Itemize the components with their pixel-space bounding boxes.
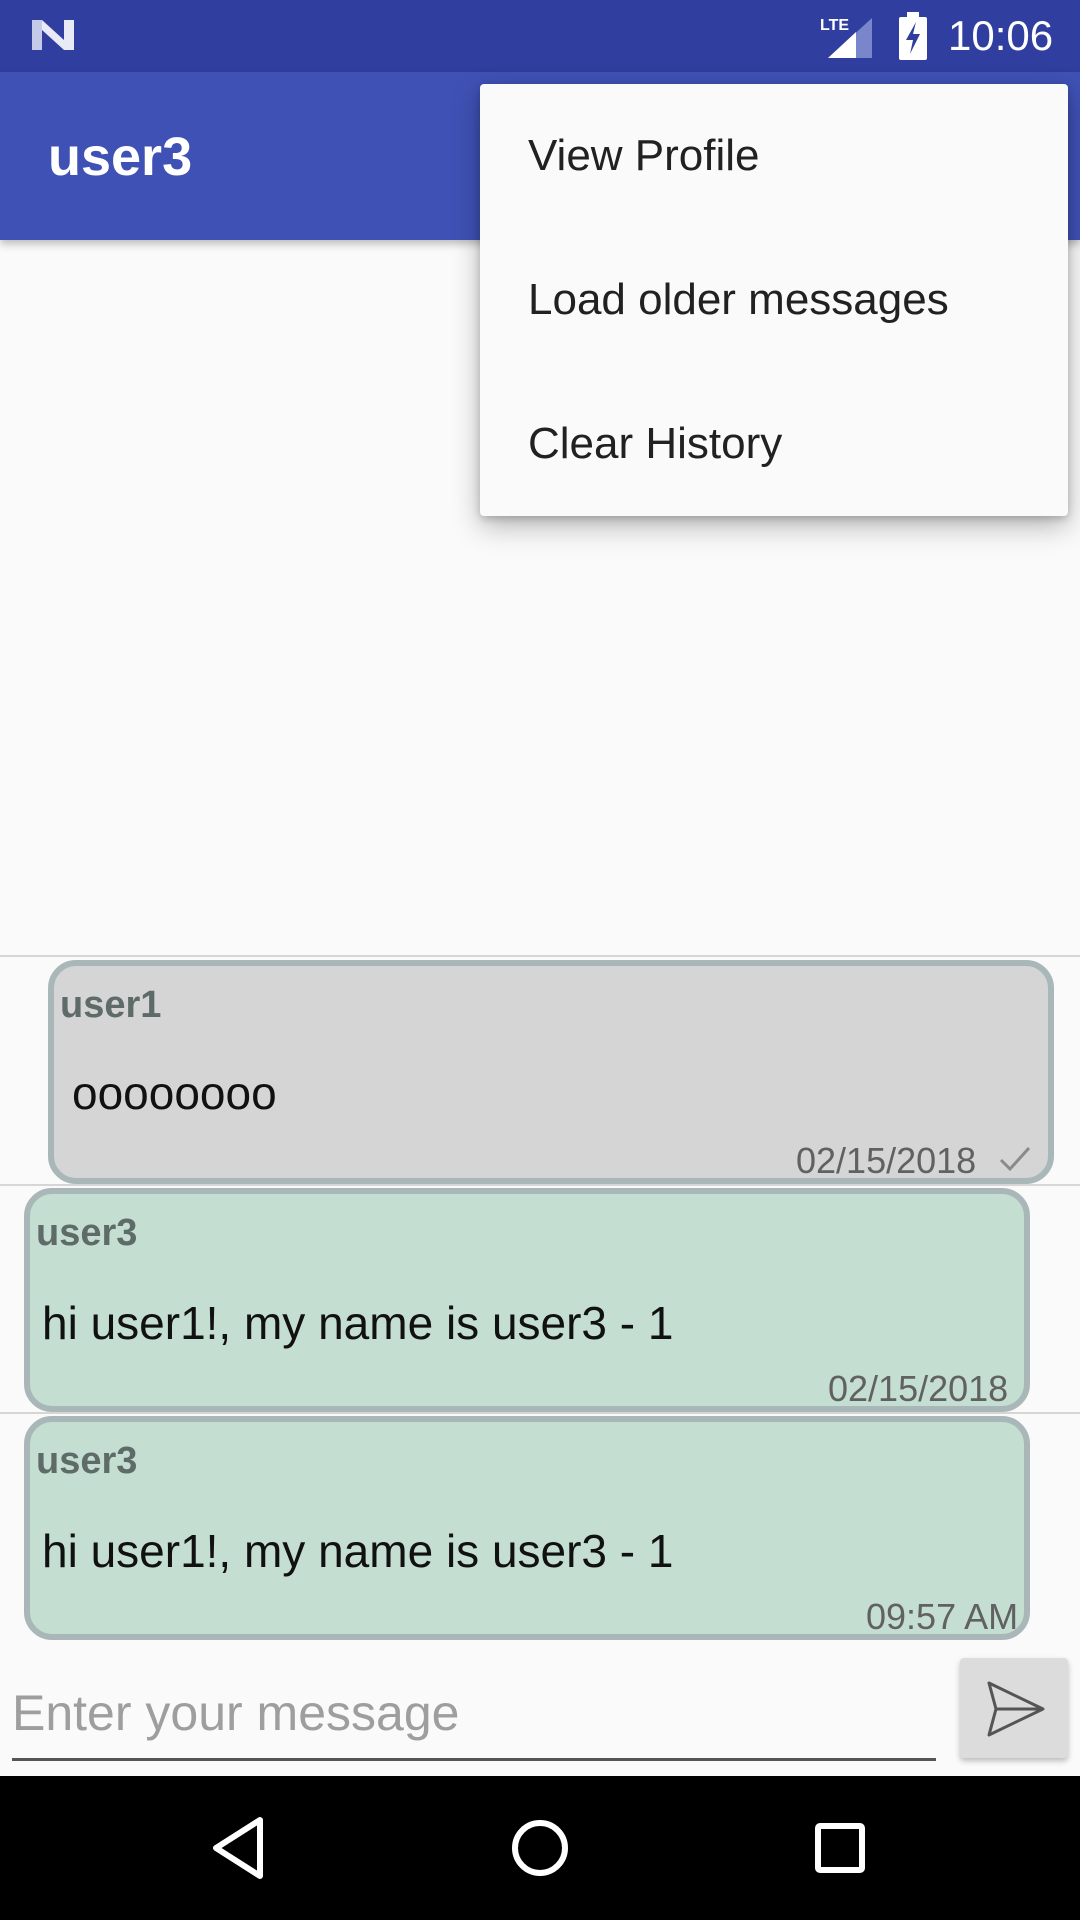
navigation-bar bbox=[0, 1776, 1080, 1920]
message-bubble[interactable]: user1 oooooooo 02/15/2018 bbox=[48, 960, 1054, 1184]
check-icon bbox=[999, 1146, 1031, 1172]
message-timestamp: 02/15/2018 bbox=[828, 1368, 1009, 1409]
battery-charging-icon bbox=[899, 12, 927, 60]
message-timestamp: 09:57 AM bbox=[866, 1596, 1019, 1637]
message-bubble[interactable]: user3 hi user1!, my name is user3 - 1 02… bbox=[24, 1188, 1030, 1412]
menu-item-label: View Profile bbox=[528, 131, 760, 180]
divider bbox=[0, 955, 1080, 957]
lte-label: LTE bbox=[820, 17, 849, 34]
overflow-menu: View Profile Load older messages Clear H… bbox=[480, 84, 1068, 516]
back-icon[interactable] bbox=[204, 1812, 276, 1884]
message-text: hi user1!, my name is user3 - 1 bbox=[42, 1297, 674, 1349]
status-time: 10:06 bbox=[948, 12, 1054, 59]
page-title: user3 bbox=[48, 127, 193, 187]
lte-signal-icon: LTE bbox=[820, 17, 872, 58]
message-input[interactable] bbox=[12, 1668, 936, 1761]
divider bbox=[0, 1184, 1080, 1186]
send-button[interactable] bbox=[960, 1658, 1068, 1758]
menu-item-label: Clear History bbox=[528, 419, 783, 468]
message-text: oooooooo bbox=[72, 1067, 277, 1119]
message-timestamp: 02/15/2018 bbox=[796, 1140, 977, 1181]
android-n-icon bbox=[32, 20, 74, 50]
message-sender: user3 bbox=[36, 1212, 138, 1254]
message-text: hi user1!, my name is user3 - 1 bbox=[42, 1525, 674, 1577]
send-icon bbox=[987, 1681, 1045, 1737]
home-icon[interactable] bbox=[504, 1812, 576, 1884]
message-sender: user3 bbox=[36, 1440, 138, 1482]
message-bubble[interactable]: user3 hi user1!, my name is user3 - 1 09… bbox=[24, 1416, 1030, 1640]
message-sender: user1 bbox=[60, 984, 162, 1026]
menu-item-load-older-messages[interactable]: Load older messages bbox=[480, 228, 1068, 372]
divider bbox=[0, 1412, 1080, 1414]
recents-icon[interactable] bbox=[804, 1812, 876, 1884]
menu-item-clear-history[interactable]: Clear History bbox=[480, 372, 1068, 516]
menu-item-view-profile[interactable]: View Profile bbox=[480, 84, 1068, 228]
menu-item-label: Load older messages bbox=[528, 275, 949, 324]
status-bar: LTE 10:06 bbox=[0, 0, 1080, 72]
